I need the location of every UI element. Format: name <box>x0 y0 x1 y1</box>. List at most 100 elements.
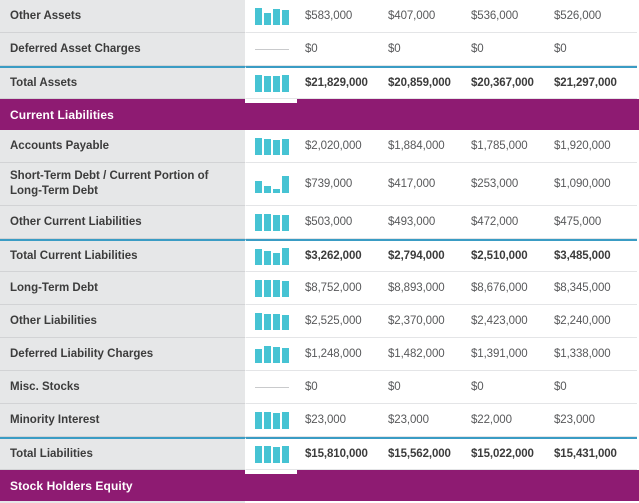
row-label-other-liabilities: Other Liabilities <box>0 305 245 338</box>
table-row[interactable]: Deferred Liability Charges $1,248,000 $1,4… <box>0 338 639 371</box>
sparkline-cell <box>245 371 297 404</box>
row-label-minority-interest: Minority Interest <box>0 404 245 437</box>
sparkline-bars <box>254 279 289 297</box>
value-cell: $1,391,000 <box>471 348 528 360</box>
sparkline-bar <box>263 313 271 330</box>
value-cell: $253,000 <box>471 178 519 190</box>
sparkline-bar <box>281 314 289 330</box>
value-cell: $15,562,000 <box>388 448 451 460</box>
row-label-other-assets: Other Assets <box>0 0 245 33</box>
value-cells: $2,525,000 $2,370,000 $2,423,000 $2,240,000 <box>297 305 637 338</box>
row-label-total-current-liabilities: Total Current Liabilities <box>0 239 245 272</box>
sparkline-bar <box>254 411 262 429</box>
table-row[interactable]: Minority Interest $23,000 $23,000 $22,000 $2… <box>0 404 639 437</box>
sparkline-cell <box>245 404 297 437</box>
table-row[interactable]: Total Liabilities $15,810,000 $15,562,000 $… <box>0 437 639 470</box>
value-cell: $0 <box>388 381 401 393</box>
table-row[interactable]: Other Liabilities $2,525,000 $2,370,000 $2,… <box>0 305 639 338</box>
sparkline-column-spacer <box>245 99 297 103</box>
sparkline-bar <box>272 188 280 193</box>
sparkline-bar <box>281 280 289 297</box>
value-cell: $475,000 <box>554 216 602 228</box>
value-cell: $0 <box>554 381 567 393</box>
sparkline-bar <box>263 213 271 231</box>
section-header-label: Current Liabilities <box>10 107 114 122</box>
sparkline-cell <box>245 206 297 239</box>
table-row[interactable]: Long-Term Debt $8,752,000 $8,893,000 $8,676… <box>0 272 639 305</box>
value-cell: $2,423,000 <box>471 315 528 327</box>
row-label-deferred-liability-charges: Deferred Liability Charges <box>0 338 245 371</box>
sparkline-flat <box>254 379 289 396</box>
sparkline-bar <box>263 185 271 193</box>
sparkline-bar <box>272 139 280 155</box>
value-cells: $2,020,000 $1,884,000 $1,785,000 $1,920,000 <box>297 130 637 163</box>
table-row[interactable]: Short-Term Debt / Current Portion of Lon… <box>0 163 639 206</box>
value-cell: $15,022,000 <box>471 448 534 460</box>
sparkline-bar <box>263 445 271 463</box>
table-row[interactable]: Deferred Asset Charges $0 $0 $0 $0 <box>0 33 639 66</box>
value-cell: $15,810,000 <box>305 448 368 460</box>
value-cell: $23,000 <box>388 414 429 426</box>
table-row[interactable]: Accounts Payable $2,020,000 $1,884,000 $1,7… <box>0 130 639 163</box>
value-cell: $1,482,000 <box>388 348 445 360</box>
sparkline-cell <box>245 130 297 163</box>
value-cell: $21,829,000 <box>305 77 368 89</box>
table-row[interactable]: Other Assets $583,000 $407,000 $536,000 $526… <box>0 0 639 33</box>
sparkline-bar <box>254 180 262 193</box>
value-cell: $20,367,000 <box>471 77 534 89</box>
table-row[interactable]: Misc. Stocks $0 $0 $0 $0 <box>0 371 639 404</box>
sparkline-cell <box>245 272 297 305</box>
value-cells: $1,248,000 $1,482,000 $1,391,000 $1,338,000 <box>297 338 637 371</box>
sparkline-bars <box>254 7 289 25</box>
sparkline-bars <box>254 137 289 155</box>
sparkline-zero-line <box>254 48 289 50</box>
sparkline-cell <box>245 163 297 206</box>
value-cells: $0 $0 $0 $0 <box>297 371 637 404</box>
sparkline-bar <box>272 75 280 92</box>
value-cell: $2,370,000 <box>388 315 445 327</box>
sparkline-cell <box>245 66 297 99</box>
value-cell: $583,000 <box>305 10 353 22</box>
sparkline-bar <box>281 347 289 363</box>
sparkline-bar <box>272 214 280 231</box>
sparkline-bar <box>254 137 262 155</box>
value-cell: $1,884,000 <box>388 140 445 152</box>
value-cells: $8,752,000 $8,893,000 $8,676,000 $8,345,000 <box>297 272 637 305</box>
value-cell: $0 <box>471 381 484 393</box>
value-cell: $1,090,000 <box>554 178 611 190</box>
value-cell: $1,920,000 <box>554 140 611 152</box>
sparkline-bar <box>281 214 289 231</box>
sparkline-cell <box>245 0 297 33</box>
value-cell: $23,000 <box>305 414 346 426</box>
sparkline-bars <box>254 213 289 231</box>
value-cell: $8,345,000 <box>554 282 611 294</box>
sparkline-bar <box>272 446 280 463</box>
sparkline-bar <box>263 250 271 265</box>
value-cell: $2,240,000 <box>554 315 611 327</box>
table-row[interactable]: Total Assets $21,829,000 $20,859,000 $20,36… <box>0 66 639 99</box>
sparkline-bars <box>254 247 289 265</box>
section-header-current-liabilities: Current Liabilities <box>0 99 639 130</box>
value-cells: $0 $0 $0 $0 <box>297 33 637 66</box>
sparkline-bar <box>281 74 289 92</box>
sparkline-bar <box>281 138 289 155</box>
value-cells: $23,000 $23,000 $22,000 $23,000 <box>297 404 637 437</box>
sparkline-bar <box>281 445 289 463</box>
value-cell: $472,000 <box>471 216 519 228</box>
value-cell: $2,510,000 <box>471 250 528 262</box>
table-row[interactable]: Total Current Liabilities $3,262,000 $2,79… <box>0 239 639 272</box>
table-row[interactable]: Other Current Liabilities $503,000 $493,00… <box>0 206 639 239</box>
sparkline-bars <box>254 345 289 363</box>
value-cell: $1,338,000 <box>554 348 611 360</box>
value-cells: $3,262,000 $2,794,000 $2,510,000 $3,485,000 <box>297 239 637 272</box>
sparkline-bar <box>281 175 289 193</box>
value-cell: $8,752,000 <box>305 282 362 294</box>
sparkline-bar <box>272 252 280 265</box>
sparkline-cell <box>245 338 297 371</box>
row-label-short-term-debt-current-portion-of-long-term-d: Short-Term Debt / Current Portion of Lon… <box>0 163 245 206</box>
value-cells: $15,810,000 $15,562,000 $15,022,000 $15,431… <box>297 437 637 470</box>
sparkline-bar <box>272 8 280 25</box>
sparkline-bar <box>263 75 271 92</box>
sparkline-bar <box>254 213 262 231</box>
sparkline-bars <box>254 74 289 92</box>
